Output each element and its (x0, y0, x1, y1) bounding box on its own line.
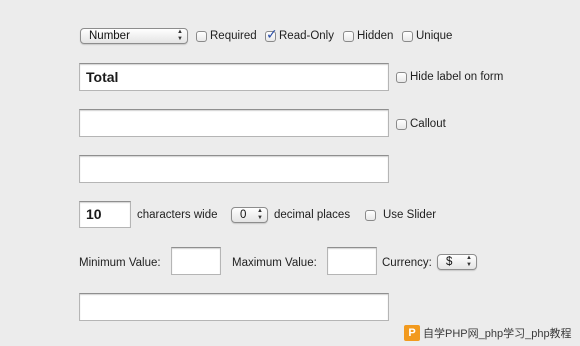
field-label-input[interactable]: Total (79, 63, 389, 91)
read-only-label: Read-Only (279, 30, 334, 42)
php-logo-icon: P (404, 325, 420, 341)
currency-label: Currency: (382, 257, 432, 269)
use-slider-label: Use Slider (383, 209, 437, 221)
maximum-label: Maximum Value: (232, 257, 317, 269)
select-arrows-icon: ▲ ▼ (466, 255, 472, 268)
currency-select[interactable]: $ ▲ ▼ (437, 254, 477, 270)
select-arrows-icon: ▲ ▼ (177, 29, 183, 42)
decimals-value: 0 (240, 209, 247, 221)
callout-checkbox[interactable] (396, 119, 407, 130)
watermark: P 自学PHP网_php学习_php教程 (404, 324, 572, 342)
callout-label: Callout (410, 118, 446, 130)
use-slider-checkbox[interactable] (365, 210, 376, 221)
hide-label-label: Hide label on form (410, 71, 504, 83)
checkmark-icon: ✓ (266, 26, 278, 42)
watermark-text: 自学PHP网_php学习_php教程 (423, 328, 572, 340)
read-only-checkbox[interactable]: ✓ (265, 27, 278, 42)
required-checkbox[interactable] (196, 31, 207, 42)
text-input-4[interactable] (79, 293, 389, 321)
decimals-suffix: decimal places (274, 209, 351, 221)
width-suffix: characters wide (137, 209, 218, 221)
hide-label-checkbox[interactable] (396, 72, 407, 83)
decimals-select[interactable]: 0 ▲ ▼ (231, 207, 268, 223)
hidden-label: Hidden (357, 30, 394, 42)
unique-checkbox[interactable] (402, 31, 413, 42)
text-input-3[interactable] (79, 155, 389, 183)
select-arrows-icon: ▲ ▼ (257, 208, 263, 221)
minimum-input[interactable] (171, 247, 221, 275)
unique-label: Unique (416, 30, 453, 42)
hidden-checkbox[interactable] (343, 31, 354, 42)
currency-value: $ (446, 256, 453, 268)
width-input[interactable]: 10 (79, 201, 131, 228)
field-type-value: Number (89, 30, 130, 42)
required-label: Required (210, 30, 257, 42)
field-type-select[interactable]: Number ▲ ▼ (80, 28, 188, 44)
minimum-label: Minimum Value: (79, 257, 161, 269)
text-input-2[interactable] (79, 109, 389, 137)
maximum-input[interactable] (327, 247, 377, 275)
